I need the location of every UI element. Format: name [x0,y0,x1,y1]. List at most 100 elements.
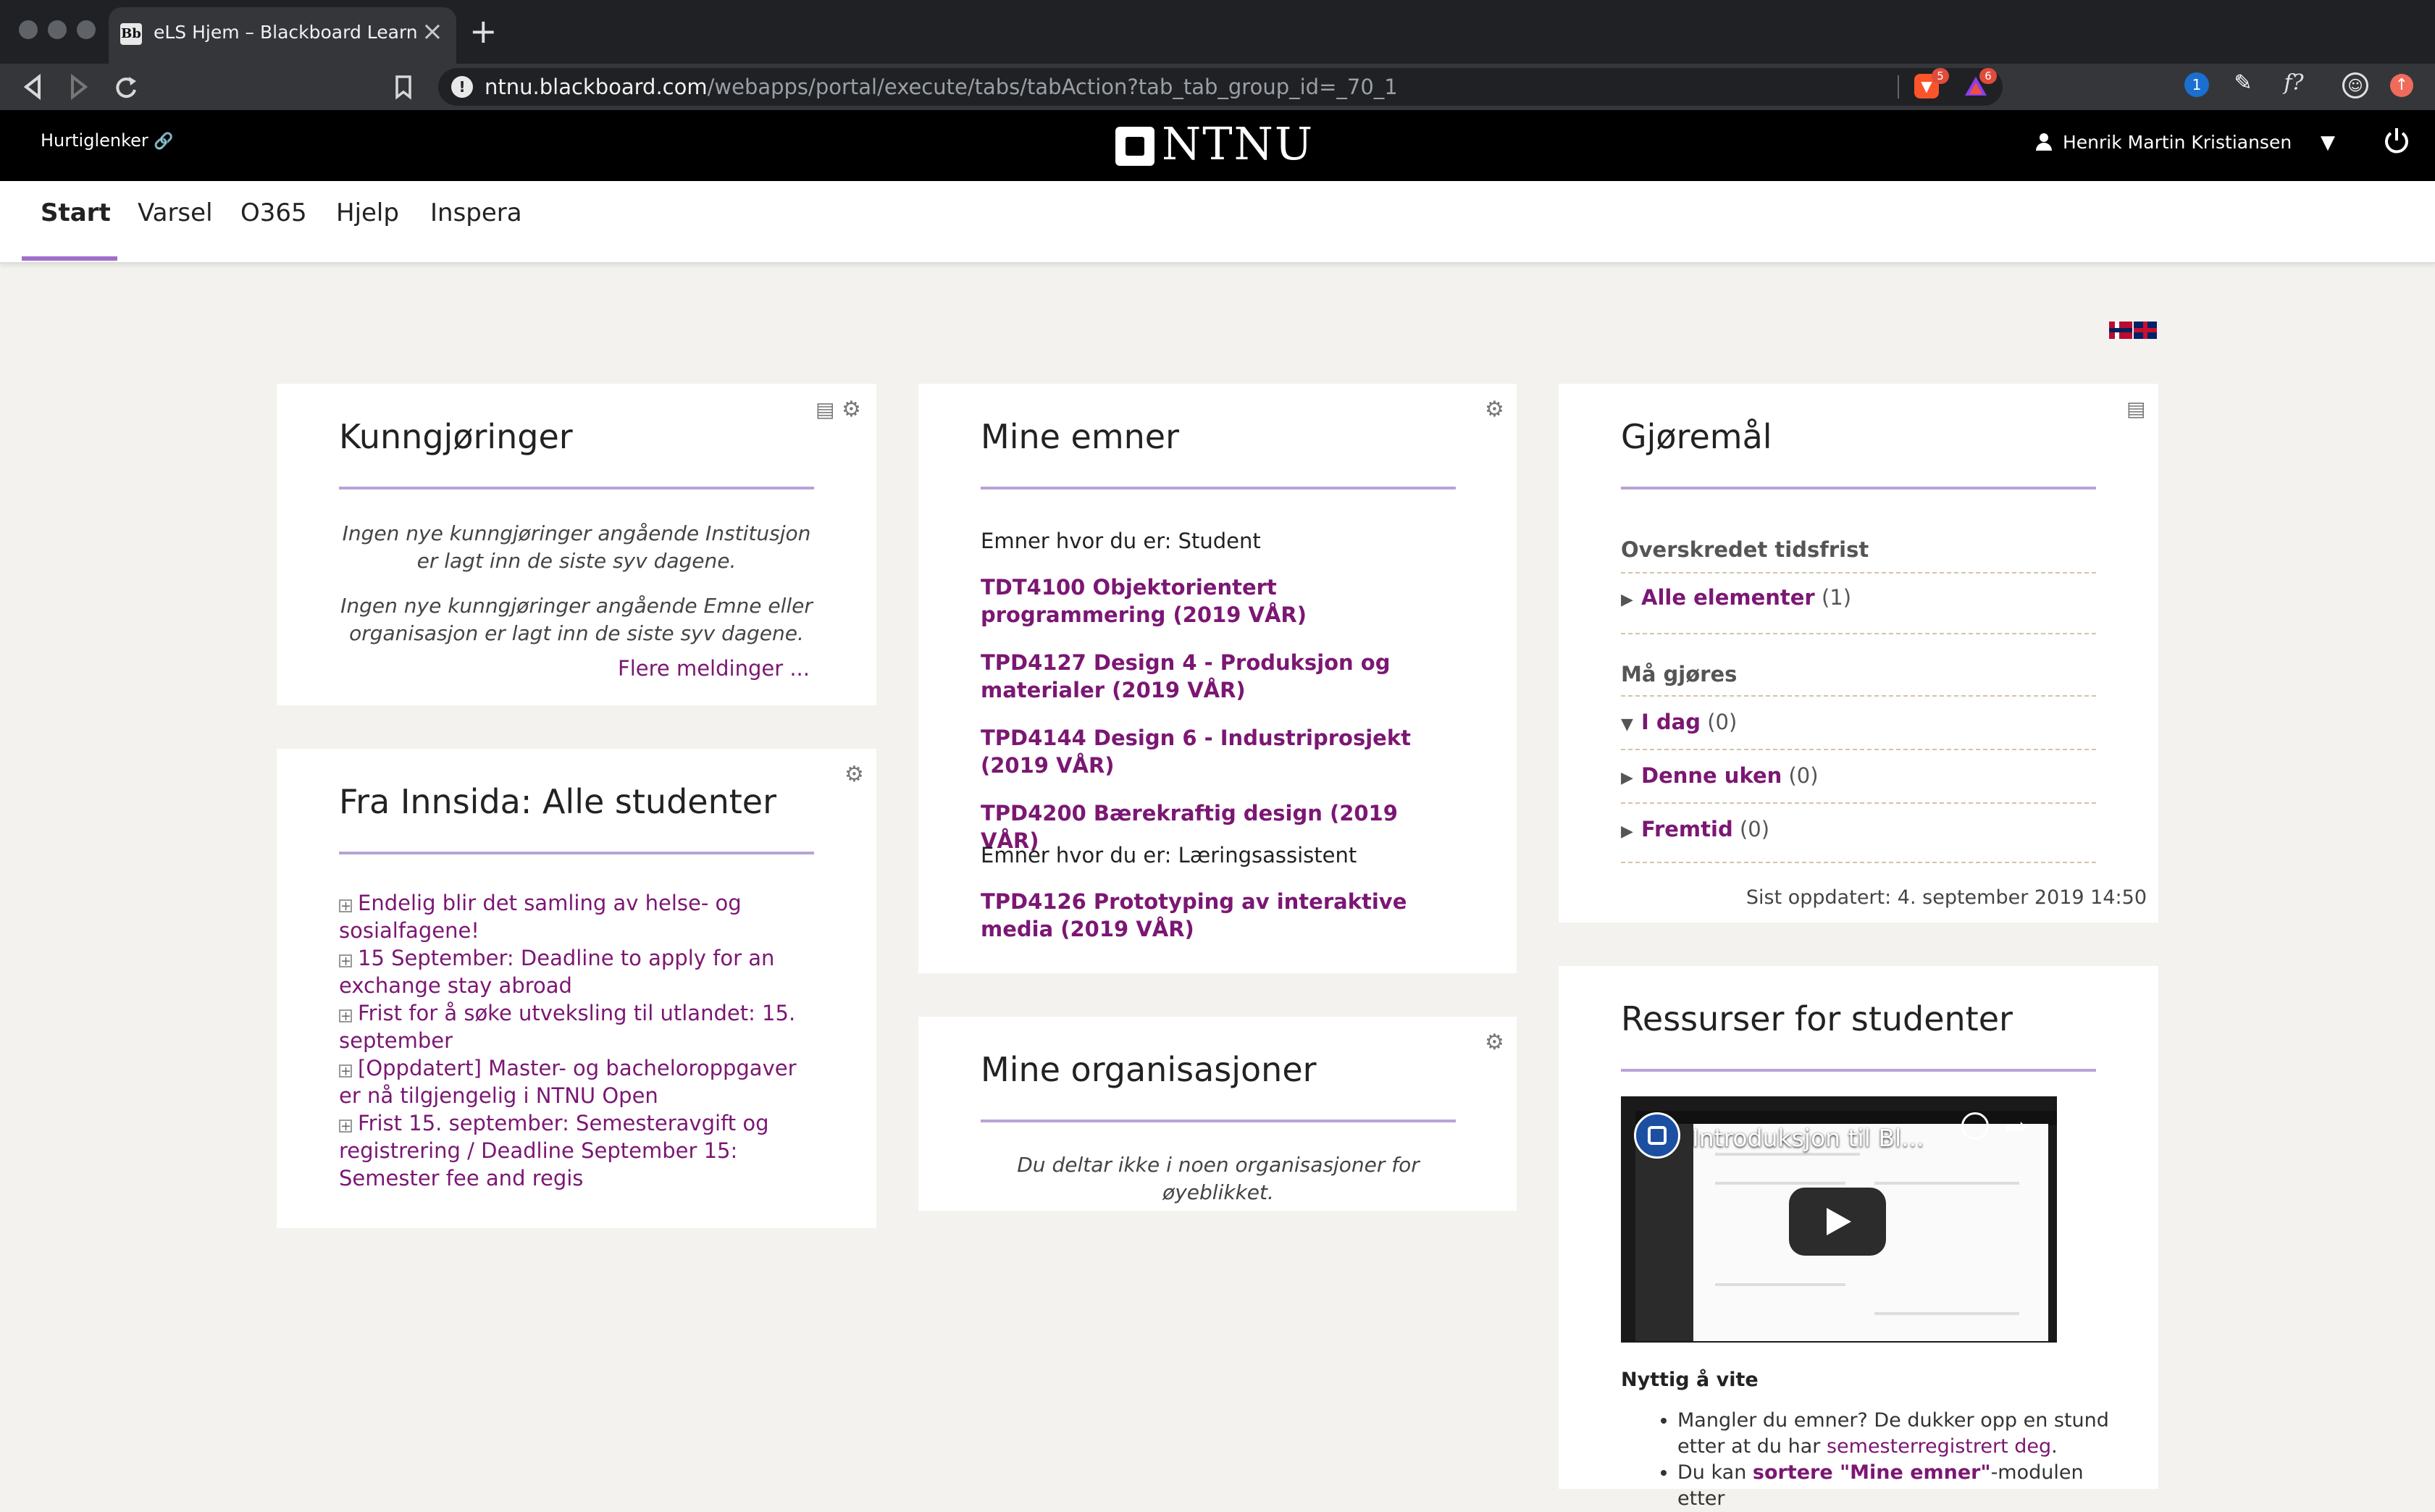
resources-title: Ressurser for studenter [1621,999,2013,1038]
title-divider [1621,1069,2096,1072]
expand-plus-icon[interactable]: + [339,1009,352,1023]
formula-extension-icon[interactable]: f? [2276,71,2312,96]
intro-video-player[interactable]: Introduksjon til Bl... ➦ [1621,1096,2057,1343]
my-courses-module: ⚙ Mine emner Emner hvor du er: Student T… [918,384,1517,973]
course-link-tdt4100[interactable]: TDT4100 Objektorientert programmering (2… [981,574,1459,629]
module-settings-gear-icon[interactable]: ⚙ [1485,1030,1504,1055]
address-bar[interactable]: ! ntnu.blackboard.com/webapps/portal/exe… [438,68,2003,106]
todo-item-today[interactable]: ▼ I dag (0) [1621,710,1737,734]
user-name: Henrik Martin Kristiansen [2063,132,2292,153]
module-settings-gear-icon[interactable]: ⚙ [845,762,864,787]
semester-registration-link[interactable]: semesterregistrert deg [1827,1435,2051,1458]
title-divider [981,487,1456,490]
reload-icon[interactable] [113,70,139,112]
quicklinks-link[interactable]: Hurtiglenker 🔗 [41,130,174,151]
tab-start[interactable]: Start [41,198,111,227]
share-arrow-icon[interactable]: ➦ [2005,1111,2028,1143]
todo-module: ▤ Gjøremål Overskredet tidsfrist ▶ Alle e… [1559,384,2158,923]
back-icon[interactable] [22,70,43,112]
expand-plus-icon[interactable]: + [339,1064,352,1078]
announcements-module-icons: ▤ ⚙ [816,397,861,422]
title-divider [1621,487,2096,490]
watch-later-clock-icon[interactable] [1961,1112,1989,1140]
tab-hjelp[interactable]: Hjelp [336,198,399,227]
onepassword-icon[interactable]: 1 [2184,72,2209,97]
my-courses-title: Mine emner [981,417,1180,456]
tab-o365[interactable]: O365 [240,198,307,227]
expand-plus-icon[interactable]: + [339,954,352,968]
logout-power-icon[interactable] [2383,126,2410,162]
list-item[interactable]: + Endelig blir det samling av helse- og s… [339,889,814,944]
pen-extension-icon[interactable]: ✎ [2231,71,2255,96]
todo-item-all[interactable]: ▶ Alle elementer (1) [1621,585,1851,610]
todo-item-week[interactable]: ▶ Denne uken (0) [1621,763,1819,788]
sort-courses-link[interactable]: sortere "Mine emner" [1753,1461,1991,1484]
innsida-news-list: + Endelig blir det samling av helse- og s… [339,889,814,1192]
course-link-tpd4126[interactable]: TPD4126 Prototyping av interaktive media… [981,888,1459,943]
play-button[interactable] [1789,1188,1886,1256]
assistant-role-label: Emner hvor du er: Læringsassistent [981,843,1357,868]
brave-badge: 5 [1932,68,1949,84]
window-minimize-button[interactable] [48,20,67,39]
expand-arrow-icon: ▶ [1621,591,1633,609]
blackboard-favicon-icon: Bb [120,23,142,45]
expand-plus-icon[interactable]: + [339,899,352,913]
site-info-icon[interactable]: ! [451,76,473,98]
module-list-icon[interactable]: ▤ [816,398,834,421]
tab-title: eLS Hjem – Blackboard Learn [154,22,418,43]
profile-icon[interactable]: ☺ [2342,72,2368,98]
announcements-title: Kunngjøringer [339,417,573,456]
useful-info-list: Mangler du emner? De dukker opp en stund… [1621,1408,2113,1512]
logo-text: NTNU [1162,117,1315,170]
user-icon [2035,133,2053,151]
browser-toolbar: ! ntnu.blackboard.com/webapps/portal/exe… [0,64,2435,110]
collapse-arrow-icon: ▼ [1621,715,1633,734]
update-menu-icon[interactable]: ↑ [2390,74,2413,97]
list-item[interactable]: + [Oppdatert] Master- og bacheloroppgaver… [339,1054,814,1109]
last-updated-text: Sist oppdatert: 4. september 2019 14:50 [1745,886,2147,909]
innsida-title: Fra Innsida: Alle studenter [339,782,776,821]
new-tab-button[interactable]: + [469,13,498,49]
todo-title: Gjøremål [1621,417,1772,456]
tab-varsel[interactable]: Varsel [138,198,213,227]
more-messages-link[interactable]: Flere meldinger ... [618,656,810,681]
list-item: Mangler du emner? De dukker opp en stund… [1677,1408,2113,1460]
english-flag-icon[interactable] [2134,322,2157,339]
bookmark-icon[interactable] [394,70,413,112]
video-title: Introduksjon til Bl... [1692,1124,1924,1152]
user-menu[interactable]: Henrik Martin Kristiansen [2035,132,2292,153]
site-header: Hurtiglenker 🔗 NTNU Henrik Martin Kristi… [0,110,2435,181]
course-tab-bar: Start Varsel O365 Hjelp Inspera [0,181,2435,264]
announcements-institution-msg: Ingen nye kunngjøringer angående Institu… [342,521,811,573]
expand-arrow-icon: ▶ [1621,823,1633,841]
todo-item-future[interactable]: ▶ Fremtid (0) [1621,817,1769,841]
announcements-course-msg: Ingen nye kunngjøringer angående Emne el… [340,594,813,645]
window-close-button[interactable] [19,20,38,39]
module-settings-gear-icon[interactable]: ⚙ [842,397,861,422]
link-icon: 🔗 [154,133,174,151]
expand-plus-icon[interactable]: + [339,1120,352,1133]
list-item[interactable]: + Frist 15. september: Semesteravgift og … [339,1109,814,1192]
student-role-label: Emner hvor du er: Student [981,529,1261,553]
due-heading: Må gjøres [1621,662,1738,686]
module-settings-gear-icon[interactable]: ⚙ [1485,397,1504,422]
course-link-tpd4144[interactable]: TPD4144 Design 6 - Industriprosjekt (201… [981,724,1459,779]
module-list-icon[interactable]: ▤ [2126,397,2145,421]
innsida-module: ⚙ Fra Innsida: Alle studenter + Endelig b… [277,749,876,1228]
course-link-tpd4127[interactable]: TPD4127 Design 4 - Produksjon og materia… [981,649,1459,704]
tab-close-icon[interactable]: × [422,17,443,46]
norwegian-flag-icon[interactable] [2109,322,2132,339]
browser-tab[interactable]: Bb eLS Hjem – Blackboard Learn × [109,7,456,64]
language-flags [2109,322,2158,342]
list-item[interactable]: +15 September: Deadline to apply for an … [339,944,814,999]
tab-inspera[interactable]: Inspera [430,198,522,227]
announcements-module: ▤ ⚙ Kunngjøringer Ingen nye kunngjøringe… [277,384,876,705]
forward-icon[interactable] [68,70,90,112]
overdue-heading: Overskredet tidsfrist [1621,537,1869,562]
student-resources-module: Ressurser for studenter Introduksjon til… [1559,966,2158,1510]
rewards-badge: 6 [1979,68,1997,84]
user-menu-caret-icon[interactable]: ▼ [2321,132,2335,154]
list-item[interactable]: + Frist for å søke utveksling til utlande… [339,999,814,1054]
window-zoom-button[interactable] [77,20,96,39]
browser-tab-strip: Bb eLS Hjem – Blackboard Learn × + [0,0,2435,64]
